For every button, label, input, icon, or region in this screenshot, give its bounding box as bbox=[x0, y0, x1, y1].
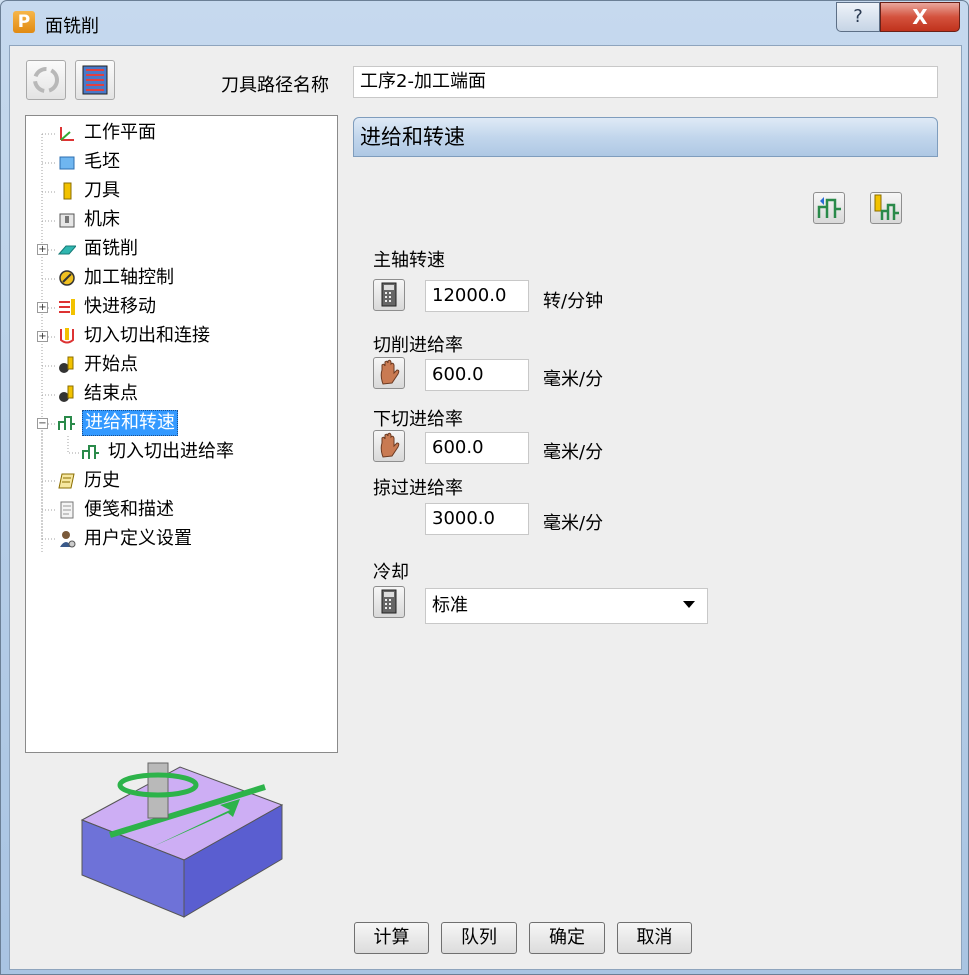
coolant-select[interactable]: 标准 bbox=[425, 588, 708, 624]
history-icon bbox=[58, 473, 75, 489]
load-from-tool-button[interactable] bbox=[870, 192, 902, 224]
feeds-speeds-reset-button[interactable] bbox=[813, 192, 845, 224]
block-icon bbox=[59, 156, 75, 170]
recycle-icon bbox=[33, 67, 59, 93]
plunge-feed-unit: 毫米/分 bbox=[543, 442, 604, 463]
leads-links-icon bbox=[60, 328, 74, 344]
app-logo-icon: P bbox=[13, 11, 35, 33]
axis-control-icon bbox=[59, 270, 75, 286]
spindle-calculator-button[interactable] bbox=[373, 279, 405, 311]
tree-item-label: 开始点 bbox=[84, 354, 138, 375]
plunge-feed-lock-button[interactable] bbox=[373, 430, 405, 462]
cutting-feed-lock-button[interactable] bbox=[373, 357, 405, 389]
calculator-icon bbox=[381, 282, 397, 307]
machine-icon bbox=[59, 213, 75, 228]
load-from-tool-icon bbox=[874, 194, 899, 220]
tree-item-label: 结束点 bbox=[84, 383, 138, 404]
tool-icon bbox=[63, 182, 72, 200]
skim-feed-label: 掠过进给率 bbox=[373, 478, 463, 499]
face-mill-icon bbox=[58, 245, 76, 255]
cutting-feed-unit: 毫米/分 bbox=[543, 369, 604, 390]
end-point-icon bbox=[59, 385, 74, 402]
tree-item-label: 刀具 bbox=[84, 180, 120, 201]
tree-item-label: 毛坯 bbox=[84, 151, 120, 172]
spindle-speed-unit: 转/分钟 bbox=[543, 291, 604, 312]
help-button[interactable]: ? bbox=[836, 2, 880, 32]
path-name-input[interactable]: 工序2-加工端面 bbox=[353, 66, 938, 98]
expand-toggle-leads-links[interactable]: + bbox=[37, 331, 48, 342]
tree-item-label: 历史 bbox=[84, 470, 120, 491]
plunge-feed-input[interactable]: 600.0 bbox=[425, 432, 529, 464]
coolant-selected-value: 标准 bbox=[432, 595, 468, 616]
notes-icon bbox=[60, 501, 74, 519]
feeds-speeds-reset-icon bbox=[817, 197, 841, 218]
calculate-button[interactable]: 计算 bbox=[354, 922, 429, 954]
path-name-label: 刀具路径名称 bbox=[221, 75, 329, 96]
tree-item-label: 用户定义设置 bbox=[84, 528, 192, 549]
tree-item-label: 快进移动 bbox=[84, 296, 156, 317]
expand-toggle-rapid-move[interactable]: + bbox=[37, 302, 48, 313]
chevron-down-icon bbox=[683, 601, 695, 608]
recycle-button[interactable] bbox=[26, 60, 66, 100]
feeds-speeds-icon bbox=[58, 416, 75, 430]
close-button[interactable]: X bbox=[880, 2, 960, 32]
queue-button[interactable]: 队列 bbox=[441, 922, 517, 954]
face-milling-preview-image bbox=[80, 762, 284, 918]
spindle-speed-label: 主轴转速 bbox=[373, 250, 445, 271]
coolant-calculator-button[interactable] bbox=[373, 586, 405, 618]
hand-icon bbox=[380, 432, 400, 458]
tree-item-label: 加工轴控制 bbox=[84, 267, 174, 288]
skim-feed-unit: 毫米/分 bbox=[543, 513, 604, 534]
workplane-icon bbox=[60, 127, 74, 141]
cancel-button[interactable]: 取消 bbox=[617, 922, 692, 954]
toolpath-thumbnail-button[interactable] bbox=[75, 60, 115, 100]
user-settings-icon bbox=[60, 531, 76, 548]
tree-item-label: 机床 bbox=[84, 209, 120, 230]
section-header-feeds-speeds: 进给和转速 bbox=[353, 117, 938, 157]
skim-feed-input[interactable]: 3000.0 bbox=[425, 503, 529, 535]
tree-item-label: 面铣削 bbox=[84, 238, 138, 259]
calculator-icon bbox=[381, 589, 397, 614]
plunge-feed-label: 下切进给率 bbox=[373, 409, 463, 430]
window-title: 面铣削 bbox=[45, 16, 99, 37]
ok-button[interactable]: 确定 bbox=[529, 922, 605, 954]
start-point-icon bbox=[59, 356, 74, 373]
spindle-speed-input[interactable]: 12000.0 bbox=[425, 280, 529, 312]
settings-tree: + + + − 工作平面 毛坯 刀具 机床 面铣削 加工轴控制 快进移动 切入切… bbox=[25, 115, 338, 753]
tree-item-label: 进给和转速 bbox=[82, 410, 178, 436]
expand-toggle-face-mill[interactable]: + bbox=[37, 244, 48, 255]
collapse-toggle-feeds-speeds[interactable]: − bbox=[37, 418, 48, 429]
coolant-label: 冷却 bbox=[373, 562, 409, 583]
tree-item-label: 切入切出和连接 bbox=[84, 325, 210, 346]
cutting-feed-label: 切削进给率 bbox=[373, 335, 463, 356]
title-bar[interactable]: P 面铣削 ? X bbox=[1, 1, 968, 45]
tree-item-label: 便笺和描述 bbox=[84, 499, 174, 520]
toolpath-thumbnail-icon bbox=[82, 65, 108, 95]
tree-item-label: 工作平面 bbox=[84, 122, 156, 143]
hand-icon bbox=[380, 359, 400, 385]
cutting-feed-input[interactable]: 600.0 bbox=[425, 359, 529, 391]
lead-feed-icon bbox=[82, 445, 99, 459]
rapid-move-icon bbox=[59, 299, 75, 315]
tree-item-label: 切入切出进给率 bbox=[108, 441, 234, 462]
